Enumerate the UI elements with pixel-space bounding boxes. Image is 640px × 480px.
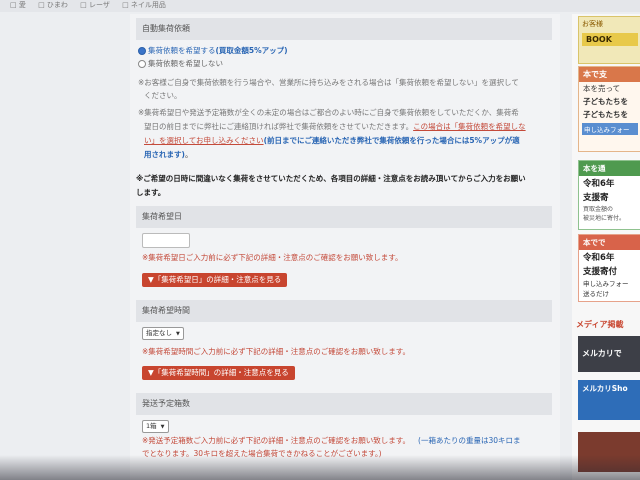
ad-banner-book[interactable]: お客様 BOOK (578, 16, 640, 64)
auto-pickup-heading: 自動集荷依頼 (136, 18, 552, 40)
warning-line-2: します。 (136, 188, 166, 197)
boxes-note-1: ※発送予定箱数ご入力前に必ず下記の詳細・注意点のご確認をお願い致します。 (一箱あ… (142, 436, 521, 445)
auto-note-1a: ※お客様ご自身で集荷依頼を行う場合や、営業所に持ち込みをされる場合は「集荷依頼を… (138, 78, 519, 87)
radio-unselected-icon[interactable] (138, 60, 146, 68)
ad-banner-donation-1[interactable]: 本を通 令和6年 支援寄 買取金額の 被災地に寄付。 (578, 160, 640, 230)
ad-banner-donation-2[interactable]: 本でで 令和6年 支援寄付 申し込みフォー 送るだけ (578, 234, 640, 302)
bookmarks-bar: □ 愛 □ ひまわ □ レーザ □ ネイル用品 (0, 0, 640, 12)
auto-note-1b: ください。 (144, 91, 182, 100)
media-heading: メディア掲載 (576, 320, 624, 329)
pickup-time-details-button[interactable]: ▼「集荷希望時間」の詳細・注意点を見る (142, 366, 295, 380)
auto-note-2c: い」を選択してお申し込みください(前日までにご連絡いただき弊社で集荷依頼を行った… (144, 136, 520, 145)
no-request-link-part1[interactable]: この場合は「集荷依頼を希望しな (413, 122, 526, 131)
bookmark-item[interactable]: □ レーザ (80, 1, 110, 9)
radio-selected-icon[interactable] (138, 47, 146, 55)
pickup-date-note: ※集荷希望日ご入力前に必ず下記の詳細・注意点のご確認をお願い致します。 (142, 253, 403, 262)
boxes-select[interactable]: 1箱 ▼ (142, 420, 169, 433)
ad-banner-support[interactable]: 本で支 本を売って 子どもたちを 子どもたちを 申し込みフォー (578, 66, 640, 152)
auto-note-2d: 用されます)。 (144, 150, 193, 159)
pickup-date-heading: 集荷希望日 (136, 206, 552, 228)
auto-note-2a: ※集荷希望日や発送予定箱数が全くの未定の場合はご都合のよい時にご自身で集荷依頼を… (138, 108, 519, 117)
bookmark-item[interactable]: □ 愛 (10, 1, 26, 9)
radio-option-no-request[interactable]: 集荷依頼を希望しない (138, 57, 223, 70)
chevron-down-icon: ▼ (176, 331, 180, 337)
pickup-time-heading: 集荷希望時間 (136, 300, 552, 322)
media-item-mercari[interactable]: メルカリで (578, 336, 640, 372)
warning-line-1: ※ご希望の日時に間違いなく集荷をさせていただくため、各項目の詳細・注意点をお読み… (136, 174, 526, 183)
no-request-link-part2[interactable]: い」を選択してお申し込みください (144, 136, 264, 145)
chevron-down-icon: ▼ (160, 424, 165, 430)
boxes-heading: 発送予定箱数 (136, 393, 552, 415)
pickup-time-note: ※集荷希望時間ご入力前に必ず下記の詳細・注意点のご確認をお願い致します。 (142, 347, 411, 356)
page: □ 愛 □ ひまわ □ レーザ □ ネイル用品 自動集荷依頼 集荷依頼を希望する… (0, 0, 640, 480)
bookmark-item[interactable]: □ ネイル用品 (122, 1, 166, 9)
media-item-mercari-shops[interactable]: メルカリSho (578, 380, 640, 420)
screen-shadow (0, 455, 640, 480)
pickup-date-input[interactable] (142, 233, 190, 248)
radio-option-request[interactable]: 集荷依頼を希望する(買取金額5%アップ) (138, 44, 288, 57)
auto-note-2b: 望日の前日までに弊社にご連絡頂ければ弊社で集荷依頼をさせていただきます。この場合… (144, 122, 526, 131)
pickup-date-details-button[interactable]: ▼「集荷希望日」の詳細・注意点を見る (142, 273, 288, 287)
pickup-time-select[interactable]: 指定なし ▼ (142, 327, 184, 340)
bookmark-item[interactable]: □ ひまわ (38, 1, 68, 9)
